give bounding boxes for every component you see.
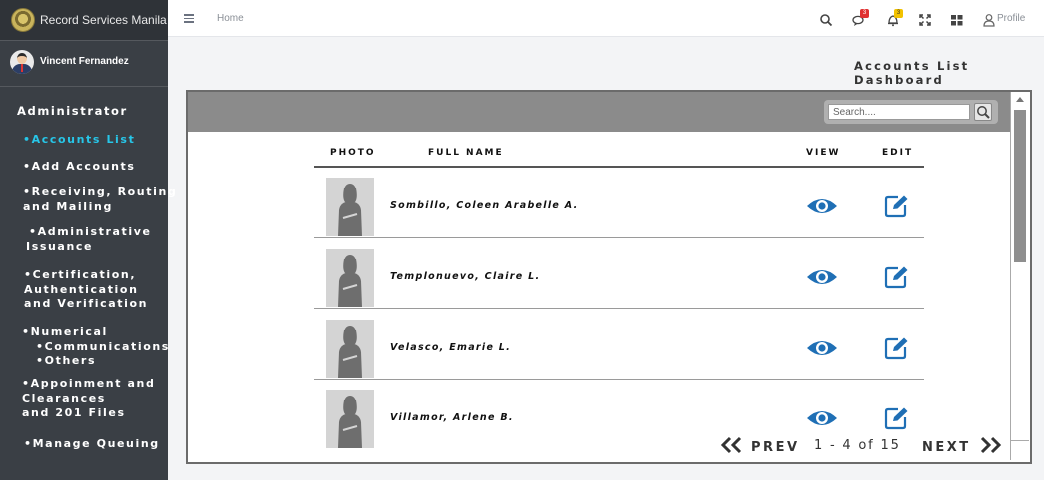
table-row: Sombillo, Coleen Arabelle A. [314, 168, 924, 238]
search-icon [977, 106, 990, 119]
double-chevron-left-icon [720, 436, 742, 454]
role-heading: Administrator [17, 104, 128, 118]
sidebar-item-label: •Numerical [22, 325, 108, 338]
sidebar-subitem-others[interactable]: •Others [22, 354, 170, 369]
column-header-full-name: FULL NAME [428, 148, 504, 158]
topbar: Home 3 3 Profile [168, 0, 1044, 37]
view-eye-icon[interactable] [806, 267, 838, 287]
photo-placeholder [326, 390, 374, 448]
search-box [824, 100, 998, 124]
user-panel[interactable]: Vincent Fernandez [0, 41, 168, 87]
photo-placeholder [326, 320, 374, 378]
sidebar-item-label: •Add Accounts [23, 160, 136, 173]
city-seal-logo [11, 8, 35, 32]
sidebar-item-label: and Mailing [23, 199, 113, 213]
next-button[interactable]: NEXT [922, 436, 1002, 456]
sidebar-item-label: •Certification, [24, 268, 137, 281]
sidebar-item-label: and 201 Files [22, 406, 126, 419]
view-eye-icon[interactable] [806, 196, 838, 216]
pagination-info: 1 - 4 of 15 [814, 438, 901, 453]
sidebar-item-label: Issuance [26, 239, 94, 253]
full-name: Templonuevo, Claire L. [390, 271, 541, 282]
accounts-panel: PHOTO FULL NAME VIEW EDIT Sombillo, Cole… [186, 90, 1032, 464]
prev-button[interactable]: PREV [720, 436, 800, 456]
sidebar-item-appointment-clearances[interactable]: •Appoinment and Clearances and 201 Files [22, 377, 155, 421]
sidebar-item-label: •Manage Queuing [24, 437, 160, 450]
scroll-up-arrow-icon[interactable] [1016, 97, 1024, 102]
row-divider [314, 308, 924, 309]
sidebar-item-label: •Receiving, Routing [23, 185, 178, 198]
notifications-badge: 3 [894, 9, 903, 18]
edit-icon[interactable] [884, 336, 910, 360]
full-name: Sombillo, Coleen Arabelle A. [390, 200, 579, 211]
messages-badge: 3 [860, 9, 869, 18]
column-header-view: VIEW [806, 148, 841, 158]
table-row: Velasco, Emarie L. [314, 310, 924, 380]
scroll-track-end [1011, 440, 1029, 441]
double-chevron-right-icon [980, 436, 1001, 454]
sidebar-item-label: •Administrative [29, 225, 152, 238]
sidebar-item-administrative-issuance[interactable]: •Administrative Issuance [26, 225, 152, 254]
bell-icon[interactable]: 3 [886, 9, 903, 27]
sidebar-item-label: and Verification [24, 297, 149, 310]
edit-icon[interactable] [884, 194, 910, 218]
vertical-scrollbar[interactable] [1010, 92, 1029, 460]
apps-grid-icon[interactable] [950, 12, 964, 26]
column-header-edit: EDIT [882, 148, 914, 158]
table-row: Templonuevo, Claire L. [314, 239, 924, 309]
sidebar-item-label: Clearances [22, 391, 106, 405]
view-eye-icon[interactable] [806, 408, 838, 428]
messages-icon[interactable]: 3 [852, 9, 869, 26]
full-name: Velasco, Emarie L. [390, 342, 512, 353]
search-button[interactable] [974, 103, 992, 121]
search-icon[interactable] [819, 12, 833, 27]
next-label: NEXT [922, 440, 971, 455]
breadcrumb[interactable]: Home [217, 13, 244, 24]
sidebar-item-accounts-list[interactable]: •Accounts List [23, 133, 135, 148]
photo-placeholder [326, 178, 374, 236]
edit-icon[interactable] [884, 406, 910, 430]
brand-name: Record Services Manila [40, 13, 167, 27]
profile-link[interactable]: Profile [997, 13, 1025, 24]
sidebar-item-manage-queuing[interactable]: •Manage Queuing [24, 437, 160, 452]
hamburger-menu-icon[interactable] [184, 14, 194, 23]
page-title: Accounts List Dashboard [854, 59, 970, 87]
sidebar-item-certification[interactable]: •Certification, Authentication and Verif… [24, 268, 148, 312]
sidebar-item-label: Authentication [24, 282, 139, 296]
avatar [10, 50, 34, 74]
row-divider [314, 237, 924, 238]
edit-icon[interactable] [884, 265, 910, 289]
photo-placeholder [326, 249, 374, 307]
sidebar-item-numerical[interactable]: •Numerical •Communications •Others [22, 325, 170, 369]
scroll-thumb[interactable] [1014, 110, 1026, 262]
sidebar-item-receiving-routing[interactable]: •Receiving, Routing and Mailing [23, 185, 177, 214]
full-name: Villamor, Arlene B. [390, 412, 514, 423]
search-input[interactable] [828, 104, 970, 120]
sidebar-item-label: •Accounts List [23, 133, 136, 146]
sidebar: Record Services Manila Vincent Fernandez… [0, 0, 176, 480]
sidebar-item-label: •Appoinment and [22, 377, 156, 390]
brand-bar[interactable]: Record Services Manila [0, 0, 168, 41]
column-header-photo: PHOTO [330, 148, 376, 158]
fullscreen-icon[interactable] [918, 12, 932, 26]
prev-label: PREV [751, 440, 800, 455]
sidebar-item-add-accounts[interactable]: •Add Accounts [23, 160, 136, 175]
view-eye-icon[interactable] [806, 338, 838, 358]
user-name: Vincent Fernandez [40, 56, 129, 67]
user-icon[interactable] [983, 12, 995, 27]
panel-header [188, 92, 1010, 132]
sidebar-subitem-communications[interactable]: •Communications [22, 340, 170, 355]
